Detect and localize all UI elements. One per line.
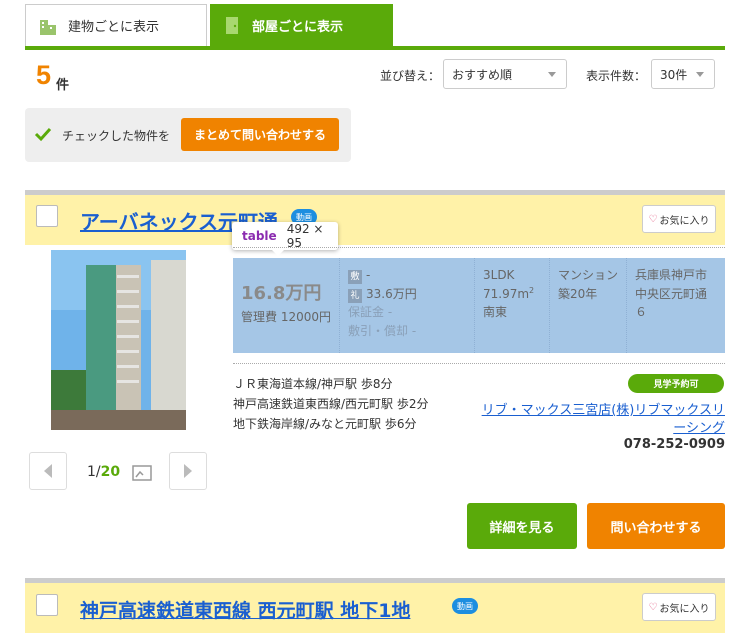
bulk-inquiry-button[interactable]: まとめて問い合わせする (181, 118, 339, 151)
deposit-label: 敷 (348, 270, 362, 284)
favorite-label: お気に入り (659, 215, 710, 227)
result-count: 5 (36, 60, 52, 90)
result-count-unit: 件 (56, 78, 70, 93)
tooltip-tag: table (242, 229, 277, 243)
layout-value: 3LDK (483, 268, 515, 282)
per-page-select-value: 30件 (660, 67, 688, 82)
heart-icon: ♡ (648, 601, 658, 613)
visit-reservation-badge: 見学予約可 (628, 374, 724, 393)
deposit-value: - (366, 268, 371, 282)
area-unit-sup: 2 (529, 285, 535, 295)
agency-link[interactable]: リブ・マックス三宮店(株)リブマックスリーシング (480, 402, 725, 438)
chevron-left-icon (44, 464, 52, 478)
favorite-button[interactable]: ♡ お気に入り (642, 593, 716, 621)
tooltip-size: 492 × 95 (286, 222, 324, 250)
property-photo[interactable] (51, 250, 186, 430)
key-money-value: 33.6万円 (366, 286, 417, 301)
key-money-label: 礼 (348, 288, 362, 303)
access-line: ＪＲ東海道本線/神戸駅 歩8分 (233, 377, 393, 391)
sort-select[interactable]: おすすめ順 (443, 59, 567, 89)
building-age: 築20年 (558, 286, 598, 301)
guarantee: 保証金 - (348, 305, 393, 320)
access-list: ＪＲ東海道本線/神戸駅 歩8分 神戸高速鉄道東西線/西元町駅 歩2分 地下鉄海岸… (233, 374, 429, 434)
bulk-inquiry-text: チェックした物件を (62, 129, 171, 143)
favorite-button[interactable]: ♡ お気に入り (642, 205, 716, 233)
rent-cell: 16.8万円 管理費 12000円 (233, 258, 340, 353)
video-badge: 動画 (452, 598, 478, 614)
rent-value: 16.8万円 (241, 283, 322, 304)
devtools-tooltip: table 492 × 95 (232, 222, 338, 256)
photo-next-button[interactable] (169, 452, 207, 490)
heart-icon: ♡ (648, 213, 658, 225)
divider (233, 247, 725, 248)
slideshow-icon[interactable] (132, 465, 152, 481)
photo-counter-current: 1/ (87, 464, 101, 480)
tab-room-label: 部屋ごとに表示 (252, 19, 344, 35)
chevron-right-icon (184, 464, 192, 478)
tab-building-label: 建物ごとに表示 (68, 20, 160, 35)
building-icon (40, 19, 56, 35)
door-icon (226, 17, 238, 34)
area-value: 71.97m (483, 286, 530, 301)
access-line: 地下鉄海岸線/みなと元町駅 歩6分 (233, 417, 417, 431)
per-page-select[interactable]: 30件 (651, 59, 715, 89)
address-cell: 兵庫県神戸市中央区元町通６ (627, 258, 725, 353)
tab-building-view[interactable]: 建物ごとに表示 (25, 4, 207, 46)
tab-underline (25, 46, 725, 50)
inquiry-button[interactable]: 問い合わせする (587, 503, 725, 549)
property-info-table: 16.8万円 管理費 12000円 敷- 礼 33.6万円 保証金 - 敷引・償却… (233, 258, 725, 353)
building-type: マンション (558, 268, 619, 282)
layout-cell: 3LDK 71.97m2 南東 (475, 258, 550, 353)
type-cell: マンション 築20年 (550, 258, 627, 353)
listing-checkbox[interactable] (36, 205, 58, 227)
deduction: 敷引・償却 - (348, 323, 417, 338)
photo-counter-total: 20 (100, 464, 121, 480)
photo-counter: 1/20 (87, 464, 120, 480)
chevron-down-icon (696, 72, 704, 77)
per-page-label: 表示件数： (586, 69, 647, 83)
divider (233, 363, 725, 364)
listing-checkbox[interactable] (36, 594, 58, 616)
sort-select-value: おすすめ順 (452, 67, 513, 82)
favorite-label: お気に入り (659, 603, 710, 615)
checkmark-icon (34, 127, 52, 142)
listing-title-link[interactable]: 神戸高速鉄道東西線 西元町駅 地下1地 (80, 596, 410, 623)
deposit-cell: 敷- 礼 33.6万円 保証金 - 敷引・償却 - (340, 258, 475, 353)
photo-prev-button[interactable] (29, 452, 67, 490)
address-value: 兵庫県神戸市中央区元町通６ (635, 268, 708, 320)
tab-room-view[interactable]: 部屋ごとに表示 (210, 4, 393, 46)
management-fee: 管理費 12000円 (241, 309, 331, 324)
direction-value: 南東 (483, 305, 508, 320)
chevron-down-icon (548, 72, 556, 77)
sort-label: 並び替え： (380, 69, 441, 83)
detail-button[interactable]: 詳細を見る (467, 503, 577, 549)
access-line: 神戸高速鉄道東西線/西元町駅 歩2分 (233, 397, 429, 411)
agency-phone: 078-252-0909 (623, 437, 725, 452)
